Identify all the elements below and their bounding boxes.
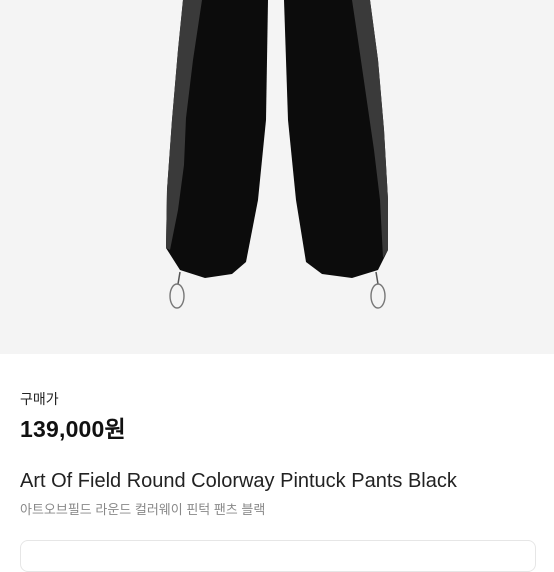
product-title-en: Art Of Field Round Colorway Pintuck Pant… (20, 470, 457, 492)
pants-illustration (166, 0, 388, 309)
right-cord-loop (370, 283, 386, 309)
right-cord (375, 271, 379, 285)
price-value: 139,000원 (20, 416, 126, 442)
option-card[interactable] (20, 540, 536, 572)
price-label: 구매가 (20, 391, 59, 407)
left-cord-loop (169, 283, 185, 309)
left-cord (177, 271, 181, 285)
product-title-ko: 아트오브필드 라운드 컬러웨이 핀턱 팬츠 블랙 (20, 502, 266, 517)
product-image[interactable] (0, 0, 554, 354)
